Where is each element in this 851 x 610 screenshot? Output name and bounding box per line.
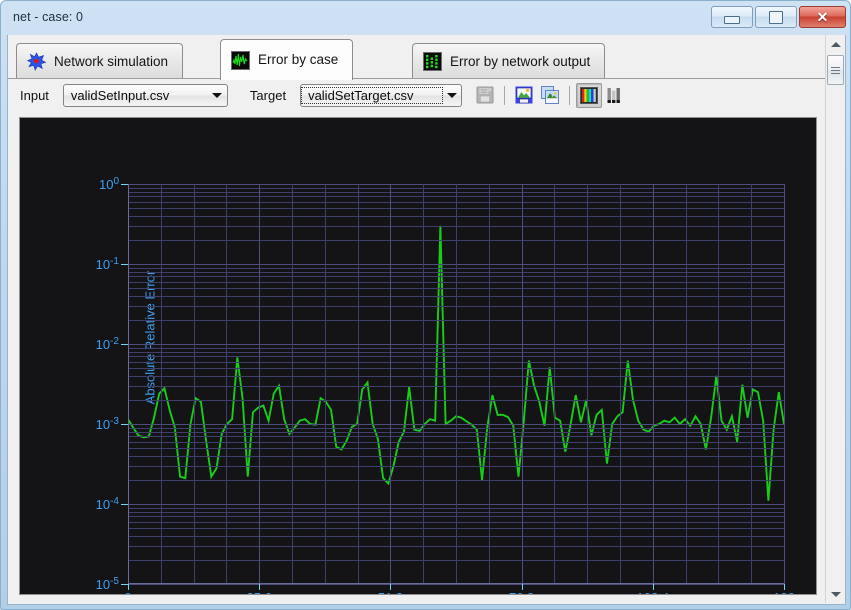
gray-bars-button[interactable] [602, 83, 628, 108]
waveform-icon [231, 50, 250, 70]
chevron-down-icon [830, 591, 841, 597]
y-tick-label: 10-2 [95, 335, 119, 353]
grid-line-minor [226, 184, 228, 584]
title-bar: net - case: 0 ✕ [1, 1, 851, 35]
tab-label: Error by case [258, 52, 339, 68]
tab-label: Network simulation [54, 53, 169, 69]
y-tick-mark [121, 504, 128, 505]
grid-line-minor [620, 184, 621, 584]
target-label: Target [249, 87, 287, 103]
bar-dots-icon [423, 52, 442, 71]
window-title: net - case: 0 [13, 10, 84, 24]
tab-label: Error by network output [450, 53, 591, 69]
tab-strip: Network simulation Error by case Error b… [8, 35, 827, 80]
y-tick-label: 100 [98, 175, 119, 193]
grid-line-minor [423, 184, 425, 584]
chevron-up-icon [830, 41, 841, 47]
x-tick-label: 51.2 [378, 590, 403, 594]
minimize-button[interactable] [711, 6, 753, 28]
grip-line [831, 69, 840, 71]
chevron-down-icon [442, 92, 461, 98]
client-area: Network simulation Error by case Error b… [7, 35, 846, 605]
y-tick-mark [121, 584, 128, 585]
scroll-down-button[interactable] [826, 585, 845, 603]
x-tick-label: 102.4 [637, 590, 670, 594]
grid-line-major [128, 584, 784, 585]
copy-image-icon [541, 86, 559, 104]
chart-axes: Absolute Relative Error Case index 10010… [96, 176, 795, 594]
maximize-button[interactable] [755, 6, 797, 28]
grid-line-minor [292, 184, 293, 584]
x-axis-line [128, 583, 784, 584]
chevron-down-icon [208, 92, 227, 98]
y-tick-mark [121, 344, 128, 345]
maximize-icon [769, 10, 783, 24]
x-tick-label: 76.8 [509, 590, 534, 594]
toolbar: Input validSetInput.csv Target validSetT… [8, 78, 827, 111]
color-bars-button[interactable] [576, 82, 603, 108]
y-tick-label: 10-5 [95, 575, 119, 593]
grid-line-minor [554, 184, 556, 584]
grid-line-minor [456, 184, 457, 584]
grid-line-minor [751, 184, 753, 584]
scrollbar-thumb[interactable] [827, 55, 844, 85]
save-image-button[interactable] [511, 83, 537, 108]
grid-line-minor [488, 184, 490, 584]
network-node-icon [27, 52, 46, 71]
input-label: Input [20, 87, 49, 103]
chart-panel: Absolute Relative Error Case index 10010… [19, 117, 817, 595]
input-file-value: validSetInput.csv [70, 87, 170, 103]
target-file-dropdown[interactable]: validSetTarget.csv [300, 83, 463, 107]
grid-line-minor [193, 184, 195, 584]
toolbar-separator [504, 85, 506, 105]
save-icon [476, 86, 494, 104]
y-tick-mark [121, 184, 128, 185]
grid-line-minor [357, 184, 359, 584]
tab-error-by-case[interactable]: Error by case [220, 39, 354, 80]
grid-line-minor [324, 184, 326, 584]
y-axis-line [128, 184, 129, 584]
grid-line-minor [160, 184, 162, 584]
y-tick-mark [121, 424, 128, 425]
grid-line-major [521, 184, 523, 584]
grid-line-minor [718, 184, 720, 584]
grip-line [831, 72, 840, 74]
x-tick-label: 0 [124, 590, 131, 594]
scroll-up-button[interactable] [826, 35, 845, 53]
grid-line-minor [685, 184, 687, 584]
grid-line-minor [587, 184, 589, 584]
minimize-icon [724, 15, 740, 24]
color-bars-icon [580, 86, 599, 104]
toolbar-separator [569, 85, 571, 105]
copy-image-button[interactable] [537, 83, 563, 108]
y-tick-label: 10-1 [95, 255, 119, 273]
x-tick-label: 128 [773, 590, 795, 594]
tab-error-by-network-output[interactable]: Error by network output [412, 43, 606, 79]
gray-bars-icon [606, 87, 624, 104]
grid-line-major [652, 184, 654, 584]
grid-line-major [259, 184, 261, 584]
close-button[interactable]: ✕ [799, 6, 846, 28]
y-tick-label: 10-4 [95, 495, 119, 513]
input-file-dropdown[interactable]: validSetInput.csv [62, 83, 228, 107]
close-icon: ✕ [816, 9, 829, 25]
vertical-scrollbar[interactable] [825, 35, 845, 603]
window-controls: ✕ [711, 6, 846, 28]
y-tick-mark [121, 264, 128, 265]
tab-network-simulation[interactable]: Network simulation [16, 43, 184, 79]
target-file-value: validSetTarget.csv [301, 86, 444, 104]
grip-line [831, 66, 840, 68]
x-tick-label: 25.6 [247, 590, 272, 594]
save-button[interactable] [472, 83, 498, 108]
application-window: net - case: 0 ✕ Network simulation Error… [0, 0, 851, 610]
grid-line-major [784, 184, 785, 584]
grid-line-major [390, 184, 392, 584]
save-image-icon [515, 86, 533, 104]
y-tick-label: 10-3 [95, 415, 119, 433]
